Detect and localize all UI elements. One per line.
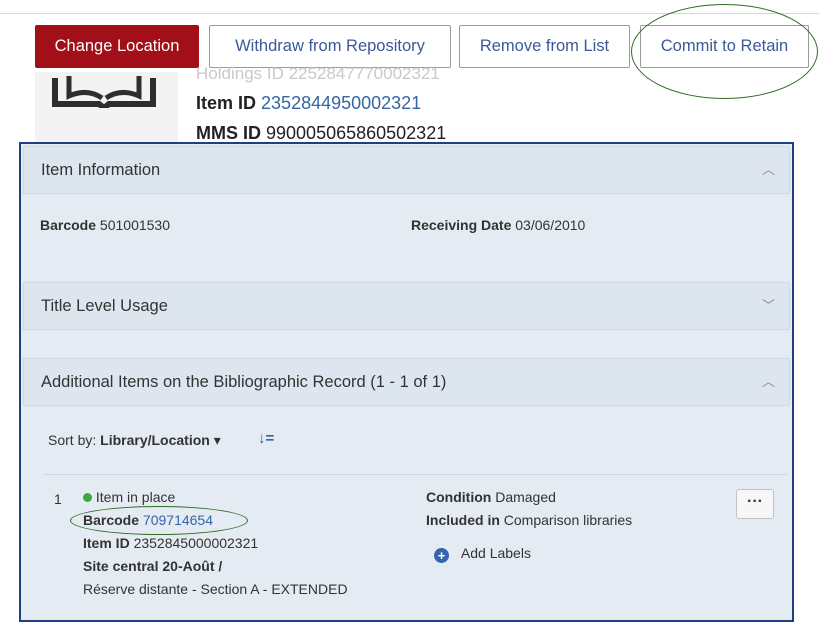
section-title: Item Information — [41, 161, 161, 179]
included-in-label: Included in — [426, 512, 500, 528]
sort-label: Sort by: — [48, 432, 97, 448]
add-labels-button[interactable]: + Add Labels — [434, 545, 531, 563]
chevron-up-icon: ︿ — [761, 374, 775, 389]
withdraw-from-repository-button[interactable]: Withdraw from Repository — [209, 25, 451, 68]
included-in-value: Comparison libraries — [503, 512, 633, 528]
section-title: Additional Items on the Bibliographic Re… — [41, 373, 447, 391]
item-barcode: Barcode 709714654 — [83, 512, 213, 528]
section-title: Title Level Usage — [41, 297, 168, 315]
receiving-date-field: Receiving Date 03/06/2010 — [411, 217, 585, 233]
item-library: Site central 20-Août / — [83, 558, 223, 574]
mms-id-value: 990005065860502321 — [266, 123, 447, 143]
item-item-id-label: Item ID — [83, 535, 130, 551]
item-barcode-label: Barcode — [83, 512, 140, 528]
sort-control[interactable]: Sort by: Library/Location ▾ — [48, 432, 221, 449]
item-location-link[interactable]: Réserve distante - Section A - EXTENDED — [83, 581, 348, 597]
sort-value[interactable]: Library/Location — [100, 432, 210, 448]
commit-to-retain-button[interactable]: Commit to Retain — [640, 25, 809, 68]
open-book-icon — [52, 76, 156, 108]
item-information-body: Barcode 501001530 Receiving Date 03/06/2… — [23, 194, 790, 256]
item-status-text: Item in place — [95, 489, 176, 505]
item-id-link[interactable]: 2352844950002321 — [261, 93, 421, 113]
barcode-value: 501001530 — [99, 217, 170, 233]
remove-from-list-button[interactable]: Remove from List — [459, 25, 630, 68]
sort-caret-icon[interactable]: ▾ — [214, 432, 221, 448]
add-labels-label: Add Labels — [460, 545, 531, 561]
list-item: 1 Item in place Barcode 709714654 Item I… — [43, 474, 787, 625]
plus-circle-icon: + — [434, 548, 449, 563]
item-status: Item in place — [83, 489, 175, 505]
change-location-button[interactable]: Change Location — [35, 25, 199, 68]
receiving-date-label: Receiving Date — [411, 217, 512, 233]
item-included-in: Included in Comparison libraries — [426, 512, 632, 528]
holdings-id-line: Holdings ID 2252847770002321 — [196, 64, 440, 83]
record-mms-id: MMS ID 990005065860502321 — [196, 123, 446, 144]
item-information-header[interactable]: Item Information ︿ — [23, 146, 790, 194]
item-item-id-value: 2352845000002321 — [133, 535, 259, 551]
barcode-field: Barcode 501001530 — [40, 217, 170, 233]
top-divider — [0, 13, 819, 14]
item-id-label: Item ID — [196, 93, 257, 113]
item-details-panel: Item Information ︿ Barcode 501001530 Rec… — [19, 142, 794, 622]
item-item-id: Item ID 2352845000002321 — [83, 535, 258, 551]
chevron-up-icon: ︿ — [761, 162, 775, 177]
title-level-usage-header[interactable]: Title Level Usage ﹀ — [23, 282, 790, 330]
item-barcode-link[interactable]: 709714654 — [143, 512, 213, 528]
receiving-date-value: 03/06/2010 — [515, 217, 586, 233]
mms-id-label: MMS ID — [196, 123, 261, 143]
barcode-label: Barcode — [40, 217, 97, 233]
item-condition: Condition Damaged — [426, 489, 556, 505]
condition-value: Damaged — [495, 489, 556, 505]
more-actions-button[interactable]: ··· — [736, 489, 774, 519]
status-dot-icon — [83, 493, 92, 502]
chevron-down-icon: ﹀ — [761, 298, 775, 313]
item-index: 1 — [54, 491, 62, 507]
additional-items-header[interactable]: Additional Items on the Bibliographic Re… — [23, 358, 790, 406]
condition-label: Condition — [426, 489, 492, 505]
sort-order-icon[interactable]: ↓= — [258, 430, 274, 447]
record-item-id: Item ID 2352844950002321 — [196, 93, 421, 114]
